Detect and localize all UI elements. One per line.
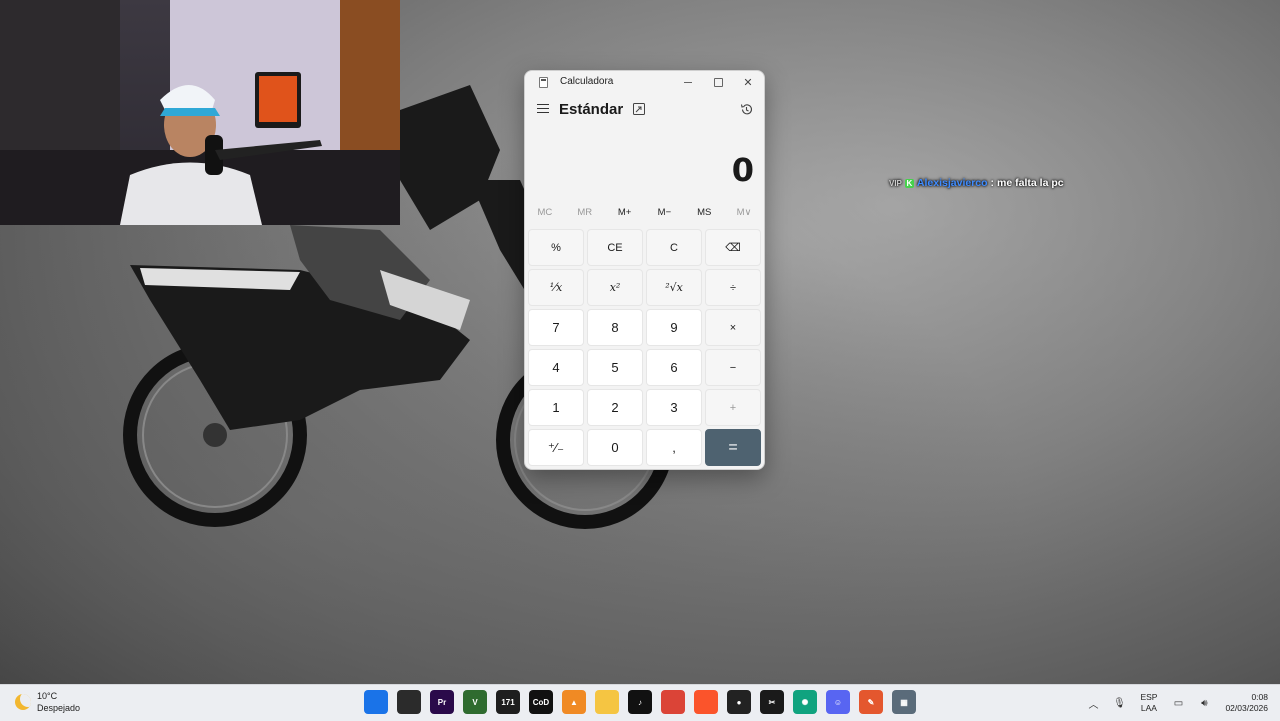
gta-v-taskbar-icon[interactable]: V [463,690,487,714]
171-taskbar-icon[interactable]: 171 [496,690,520,714]
square-button[interactable]: x² [587,269,643,306]
chat-separator: : [990,177,995,189]
chat-message-text: me falta la pc [997,177,1064,189]
minimize-button[interactable] [673,71,703,93]
clock[interactable]: 0:08 02/03/2026 [1225,692,1268,714]
digit-6-button[interactable]: 6 [646,349,702,386]
memory-store-button[interactable]: MS [684,207,724,221]
capcut-taskbar-icon[interactable]: ✂ [760,690,784,714]
subtract-button[interactable]: − [705,349,761,386]
memory-row: MC MR M+ M− MS M∨ [525,207,764,221]
clock-date: 02/03/2026 [1225,703,1268,713]
chrome-taskbar-icon[interactable] [661,690,685,714]
chevron-up-icon[interactable]: ︿ [1086,696,1100,711]
tiktok-taskbar-icon[interactable]: ♪ [628,690,652,714]
system-tray: ︿ 🎙︎ ESP LAA ▭ 🔊︎ 0:08 02/03/2026 [1080,685,1280,721]
stream-chat-message: VIP K Alexisjavierco : me falta la pc [889,175,1064,191]
weather-temperature: 10°C [37,691,58,701]
result-display: 0 [731,151,754,189]
digit-4-button[interactable]: 4 [528,349,584,386]
premiere-taskbar-icon[interactable]: Pr [430,690,454,714]
network-icon[interactable]: ▭ [1171,696,1185,710]
taskbar: 10°C Despejado Pr V 171 CoD ▲ ♪ ● ✂ ✺ ☺ ✎ ▦ ︿ 🎙︎ ES… [0,684,1280,721]
brave-taskbar-icon[interactable] [694,690,718,714]
digit-7-button[interactable]: 7 [528,309,584,346]
memory-list-button[interactable]: M∨ [724,207,764,221]
vlc-taskbar-icon[interactable]: ▲ [562,690,586,714]
negate-button[interactable]: ⁺∕₋ [528,429,584,466]
square-root-button[interactable]: ²√x [646,269,702,306]
call-of-duty-taskbar-icon[interactable]: CoD [529,690,553,714]
clear-entry-button[interactable]: CE [587,229,643,266]
webcam-overlay [0,0,400,225]
keyboard-layout: LAA [1140,703,1157,713]
memory-add-button[interactable]: M+ [605,207,645,221]
backspace-button[interactable]: ⌫ [705,229,761,266]
snipping-taskbar-icon[interactable]: ✎ [859,690,883,714]
discord-taskbar-icon[interactable]: ☺ [826,690,850,714]
close-button[interactable]: ✕ [733,71,763,93]
calculator-app-icon [539,77,548,88]
calculator-window: Calculadora ✕ Estándar 0 MC MR M+ M− MS … [524,70,765,470]
calculator-header: Estándar [525,99,764,123]
taskbar-apps: Pr V 171 CoD ▲ ♪ ● ✂ ✺ ☺ ✎ ▦ [364,690,916,714]
digit-5-button[interactable]: 5 [587,349,643,386]
chat-mod-tag: VIP [889,178,902,188]
microphone-icon[interactable]: 🎙︎ [1112,696,1126,710]
keep-on-top-icon[interactable] [633,103,645,115]
calculator-taskbar-icon[interactable]: ▦ [892,690,916,714]
volume-icon[interactable]: 🔊︎ [1197,696,1211,710]
language-code: ESP [1140,692,1158,702]
multiply-button[interactable]: × [705,309,761,346]
memory-recall-button[interactable]: MR [565,207,605,221]
digit-3-button[interactable]: 3 [646,389,702,426]
hamburger-menu-icon[interactable] [537,104,549,114]
history-icon[interactable] [740,103,753,116]
clock-time: 0:08 [1251,692,1268,702]
digit-2-button[interactable]: 2 [587,389,643,426]
equals-button[interactable]: = [705,429,761,466]
obs-taskbar-icon[interactable]: ● [727,690,751,714]
memory-subtract-button[interactable]: M− [644,207,684,221]
chatgpt-taskbar-icon[interactable]: ✺ [793,690,817,714]
percent-button[interactable]: % [528,229,584,266]
file-explorer-taskbar-icon[interactable] [595,690,619,714]
digit-0-button[interactable]: 0 [587,429,643,466]
chat-username: Alexisjavierco [916,177,988,189]
digit-9-button[interactable]: 9 [646,309,702,346]
maximize-button[interactable] [703,71,733,93]
chat-user-badge-icon: K [904,178,914,188]
keypad: % CE C ⌫ ⅟x x² ²√x ÷ 7 8 9 × 4 5 6 − 1 2… [528,229,762,466]
window-titlebar[interactable]: Calculadora ✕ [525,71,764,93]
start-taskbar-icon[interactable] [364,690,388,714]
moon-icon [15,694,31,710]
reciprocal-button[interactable]: ⅟x [528,269,584,306]
digit-1-button[interactable]: 1 [528,389,584,426]
language-indicator[interactable]: ESP LAA [1140,692,1157,714]
weather-description: Despejado [37,703,81,713]
webcam-scene [0,0,400,225]
digit-8-button[interactable]: 8 [587,309,643,346]
add-button[interactable]: + [705,389,761,426]
divide-button[interactable]: ÷ [705,269,761,306]
decimal-separator-button[interactable]: , [646,429,702,466]
mode-title: Estándar [559,101,624,118]
memory-clear-button[interactable]: MC [525,207,565,221]
weather-widget[interactable]: 10°C Despejado [15,690,80,714]
clear-button[interactable]: C [646,229,702,266]
window-title: Calculadora [560,76,614,87]
task-view-taskbar-icon[interactable] [397,690,421,714]
